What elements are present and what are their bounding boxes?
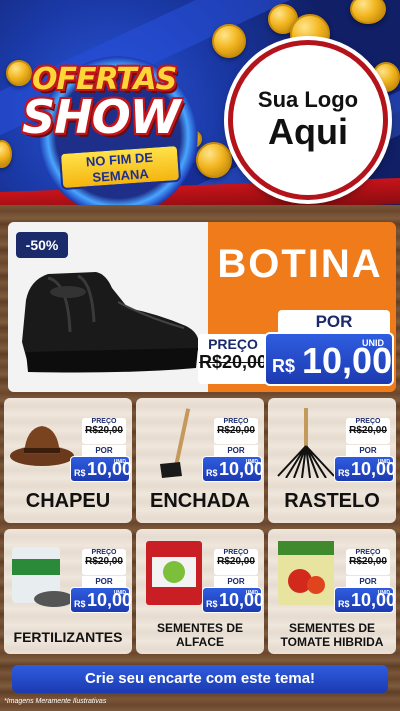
old-price: R$20,00 xyxy=(217,556,255,567)
por-label: POR xyxy=(214,445,258,456)
product-name: SEMENTES DE ALFACE xyxy=(156,621,243,649)
por-label: POR xyxy=(346,576,390,587)
currency: R$ xyxy=(206,599,218,609)
new-price-box: R$ 10,00 UNID xyxy=(70,456,132,482)
old-price: R$20,00 xyxy=(349,556,387,567)
featured-old-price-box: PREÇO R$20,00 xyxy=(198,334,268,384)
currency: R$ xyxy=(74,599,86,609)
new-price-box: R$ 10,00 UNID xyxy=(334,456,396,482)
new-price-box: R$ 10,00 UNID xyxy=(202,587,264,613)
create-flyer-button[interactable]: Crie seu encarte com este tema! xyxy=(12,665,388,693)
old-price-box: PREÇO R$20,00 xyxy=(346,418,390,444)
por-label: POR xyxy=(278,310,390,334)
price-label: PREÇO xyxy=(91,549,117,556)
logo-text-line-2: Aqui xyxy=(268,111,348,152)
new-price-box: R$ 10,00 UNID xyxy=(70,587,132,613)
price-label: PREÇO xyxy=(208,336,258,352)
currency: R$ xyxy=(272,356,296,376)
disclaimer-text: *Imagens Meramente Ilustrativas xyxy=(4,698,107,705)
new-price-box: R$ 10,00 UNID xyxy=(202,456,264,482)
price-label: PREÇO xyxy=(355,418,381,425)
featured-new-price-box: R$ 10,00 UNID xyxy=(264,332,394,386)
currency: R$ xyxy=(74,468,86,478)
por-label: POR xyxy=(82,576,126,587)
product-card-sementes-tomate[interactable]: PREÇO R$20,00 POR R$ 10,00 UNID SEMENTES… xyxy=(268,529,396,654)
por-label: POR xyxy=(346,445,390,456)
title-line-2: SHOW xyxy=(22,90,180,144)
seed-packet-icon xyxy=(140,537,210,609)
price-label: PREÇO xyxy=(223,418,249,425)
por-label: POR xyxy=(82,445,126,456)
old-price: R$20,00 xyxy=(85,556,123,567)
unit-label: UNID xyxy=(245,459,258,465)
coin-icon xyxy=(0,140,12,168)
currency: R$ xyxy=(206,468,218,478)
hat-icon xyxy=(8,406,78,478)
old-price: R$20,00 xyxy=(85,425,123,436)
product-name: FERTILIZANTES xyxy=(13,629,123,645)
currency: R$ xyxy=(338,599,350,609)
product-name: RASTELO xyxy=(284,490,380,512)
hoe-icon xyxy=(140,406,210,478)
old-price: R$20,00 xyxy=(349,425,387,436)
price-label: PREÇO xyxy=(223,549,249,556)
old-price-box: PREÇO R$20,00 xyxy=(214,418,258,444)
old-price-box: PREÇO R$20,00 xyxy=(82,418,126,444)
brand-logo-placeholder: Sua Logo Aqui xyxy=(228,40,388,200)
old-price-box: PREÇO R$20,00 xyxy=(214,549,258,575)
new-price-box: R$ 10,00 UNID xyxy=(334,587,396,613)
unit-label: UNID xyxy=(377,459,390,465)
rake-icon xyxy=(272,406,342,479)
featured-product-name: BOTINA xyxy=(217,242,383,286)
tomato-seed-icon xyxy=(272,537,342,609)
old-price-box: PREÇO R$20,00 xyxy=(346,549,390,575)
ofertas-show-logo: OFERTAS SHOW NO FIM DE SEMANA xyxy=(20,46,220,205)
currency: R$ xyxy=(338,468,350,478)
unit-label: UNID xyxy=(113,459,126,465)
unit-label: UNID xyxy=(377,590,390,596)
product-name: SEMENTES DE TOMATE HIBRIDA xyxy=(280,621,384,649)
header-banner: OFERTAS SHOW NO FIM DE SEMANA Sua Logo A… xyxy=(0,0,400,205)
product-card-fertilizantes[interactable]: PREÇO R$20,00 POR R$ 10,00 UNID FERTILIZ… xyxy=(4,529,132,654)
discount-badge: -50% xyxy=(16,232,68,258)
old-price-box: PREÇO R$20,00 xyxy=(82,549,126,575)
product-card-sementes-alface[interactable]: PREÇO R$20,00 POR R$ 10,00 UNID SEMENTES… xyxy=(136,529,264,654)
coin-icon xyxy=(350,0,386,24)
product-card-chapeu[interactable]: PREÇO R$20,00 POR R$ 10,00 UNID CHAPEU xyxy=(4,398,132,523)
unit-label: UNID xyxy=(245,590,258,596)
fertilizer-icon xyxy=(8,537,78,609)
price-label: PREÇO xyxy=(355,549,381,556)
old-price: R$20,00 xyxy=(217,425,255,436)
product-name: ENCHADA xyxy=(150,490,250,512)
logo-text-line-1: Sua Logo xyxy=(257,87,359,112)
product-name: CHAPEU xyxy=(25,490,111,512)
unit-label: UNID xyxy=(113,590,126,596)
por-label: POR xyxy=(214,576,258,587)
price-label: PREÇO xyxy=(91,418,117,425)
product-card-rastelo[interactable]: PREÇO R$20,00 POR R$ 10,00 UNID RASTELO xyxy=(268,398,396,523)
product-card-enchada[interactable]: PREÇO R$20,00 POR R$ 10,00 UNID ENCHADA xyxy=(136,398,264,523)
unit-label: UNID xyxy=(362,338,384,348)
old-price: R$20,00 xyxy=(198,352,268,372)
